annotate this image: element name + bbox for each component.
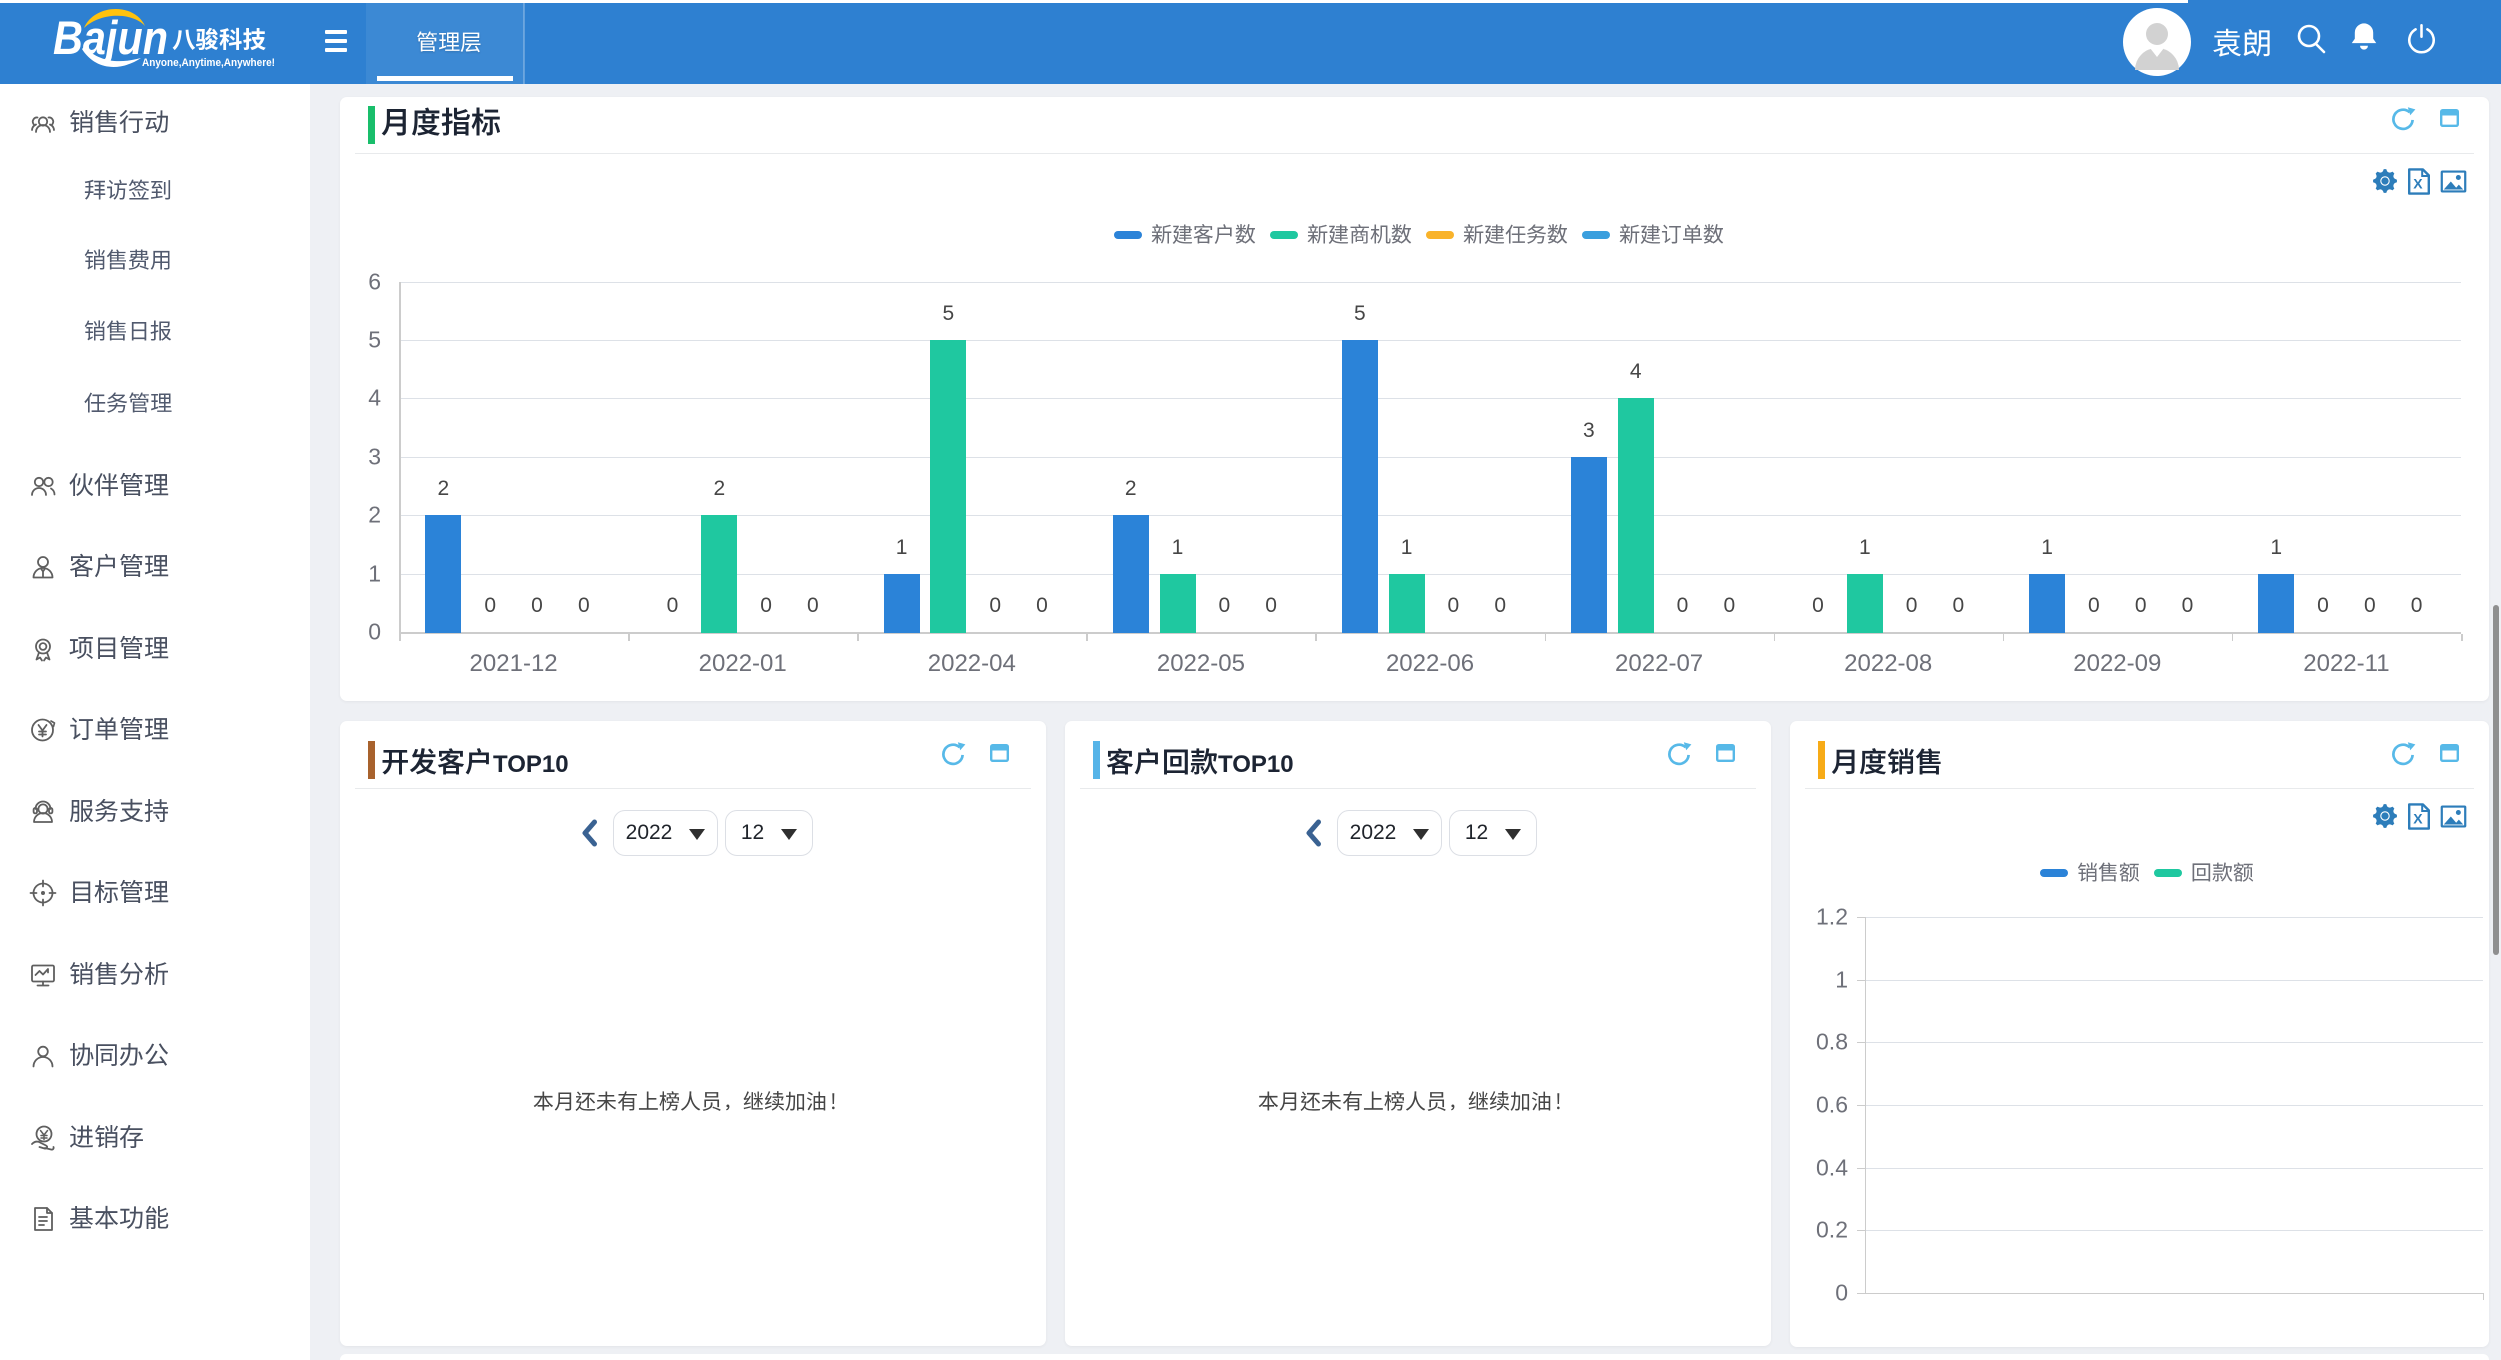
svg-text:X: X — [2413, 176, 2423, 192]
svg-text:Anyone,Anytime,Anywhere!: Anyone,Anytime,Anywhere! — [142, 57, 275, 69]
svg-text:八骏科技: 八骏科技 — [172, 25, 266, 53]
svg-text:X: X — [2413, 811, 2423, 827]
